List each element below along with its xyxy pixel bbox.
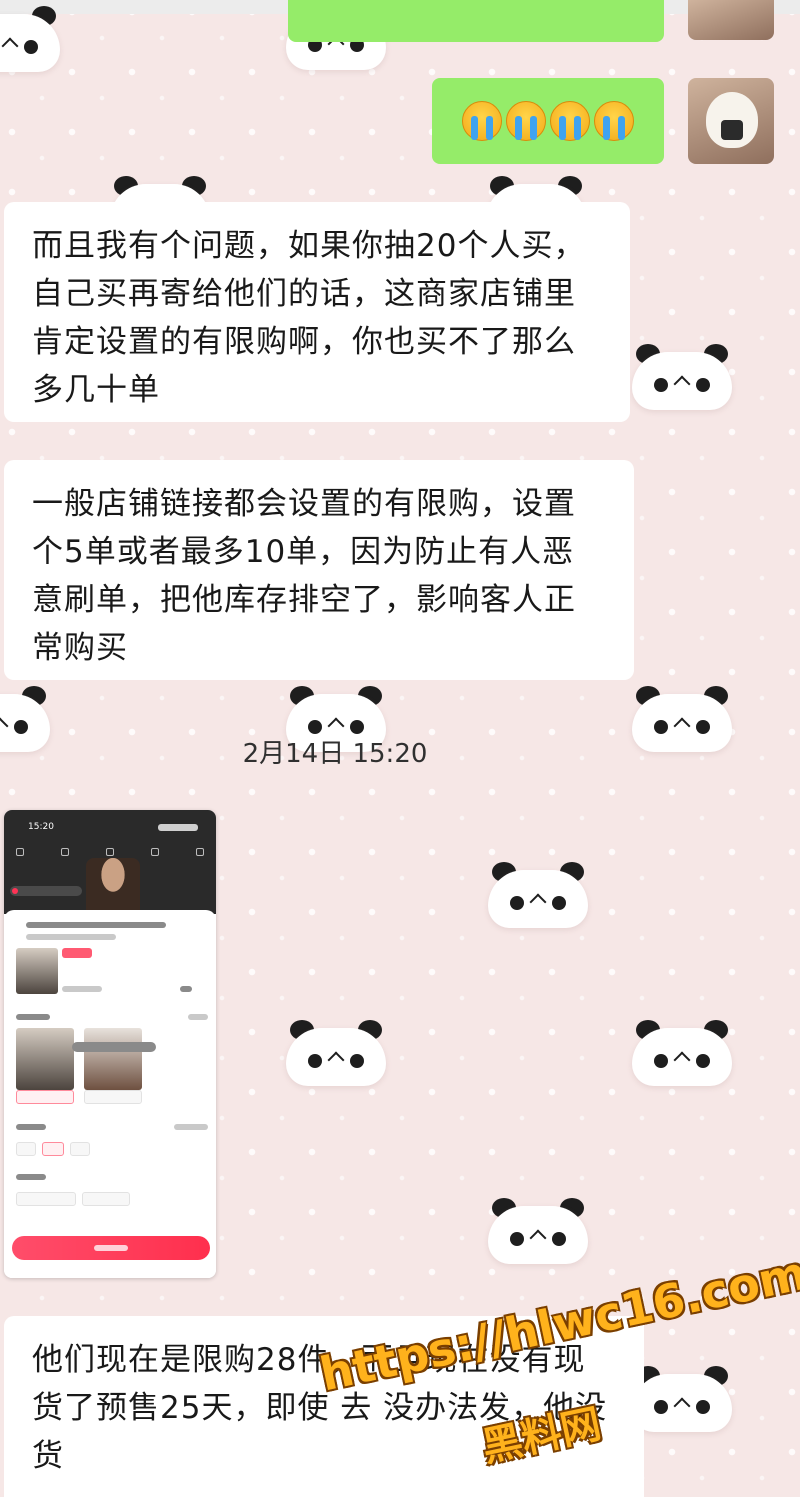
shared-product-screenshot-image[interactable]: 15:20 (4, 810, 216, 1278)
panda-sticker-decoration (488, 862, 588, 928)
sent-emoji-message-bubble[interactable] (432, 78, 664, 164)
sent-message-bubble-partial[interactable] (288, 0, 664, 42)
screenshot-live-badge (10, 886, 82, 896)
panda-sticker-decoration (632, 344, 732, 410)
screenshot-model-photo (86, 858, 140, 914)
panda-sticker-decoration (632, 1020, 732, 1086)
received-message-bubble[interactable]: 而且我有个问题，如果你抽20个人买，自己买再寄给他们的话，这商家店铺里肯定设置的… (4, 202, 630, 422)
screenshot-buy-button (12, 1236, 210, 1260)
screenshot-price (62, 948, 92, 958)
crying-face-emoji-icon (462, 101, 502, 141)
screenshot-color-option-image (84, 1028, 142, 1090)
screenshot-status-time: 15:20 (28, 822, 54, 832)
message-timestamp: 2月14日 15:20 (242, 739, 428, 769)
panda-sticker-decoration (0, 6, 60, 72)
my-avatar-partial[interactable] (688, 0, 774, 40)
received-message-bubble[interactable]: 一般店铺链接都会设置的有限购，设置个5单或者最多10单，因为防止有人恶意刷单，把… (4, 460, 634, 680)
screenshot-status-icons (158, 824, 198, 831)
panda-sticker-decoration (488, 1198, 588, 1264)
screenshot-color-option-image (16, 1028, 74, 1090)
screenshot-product-thumbnail (16, 948, 58, 994)
crying-face-emoji-icon (594, 101, 634, 141)
my-avatar[interactable] (688, 78, 774, 164)
crying-face-emoji-icon (506, 101, 546, 141)
panda-sticker-decoration (286, 1020, 386, 1086)
crying-face-emoji-icon (550, 101, 590, 141)
panda-sticker-decoration (0, 686, 50, 752)
panda-sticker-decoration (632, 686, 732, 752)
